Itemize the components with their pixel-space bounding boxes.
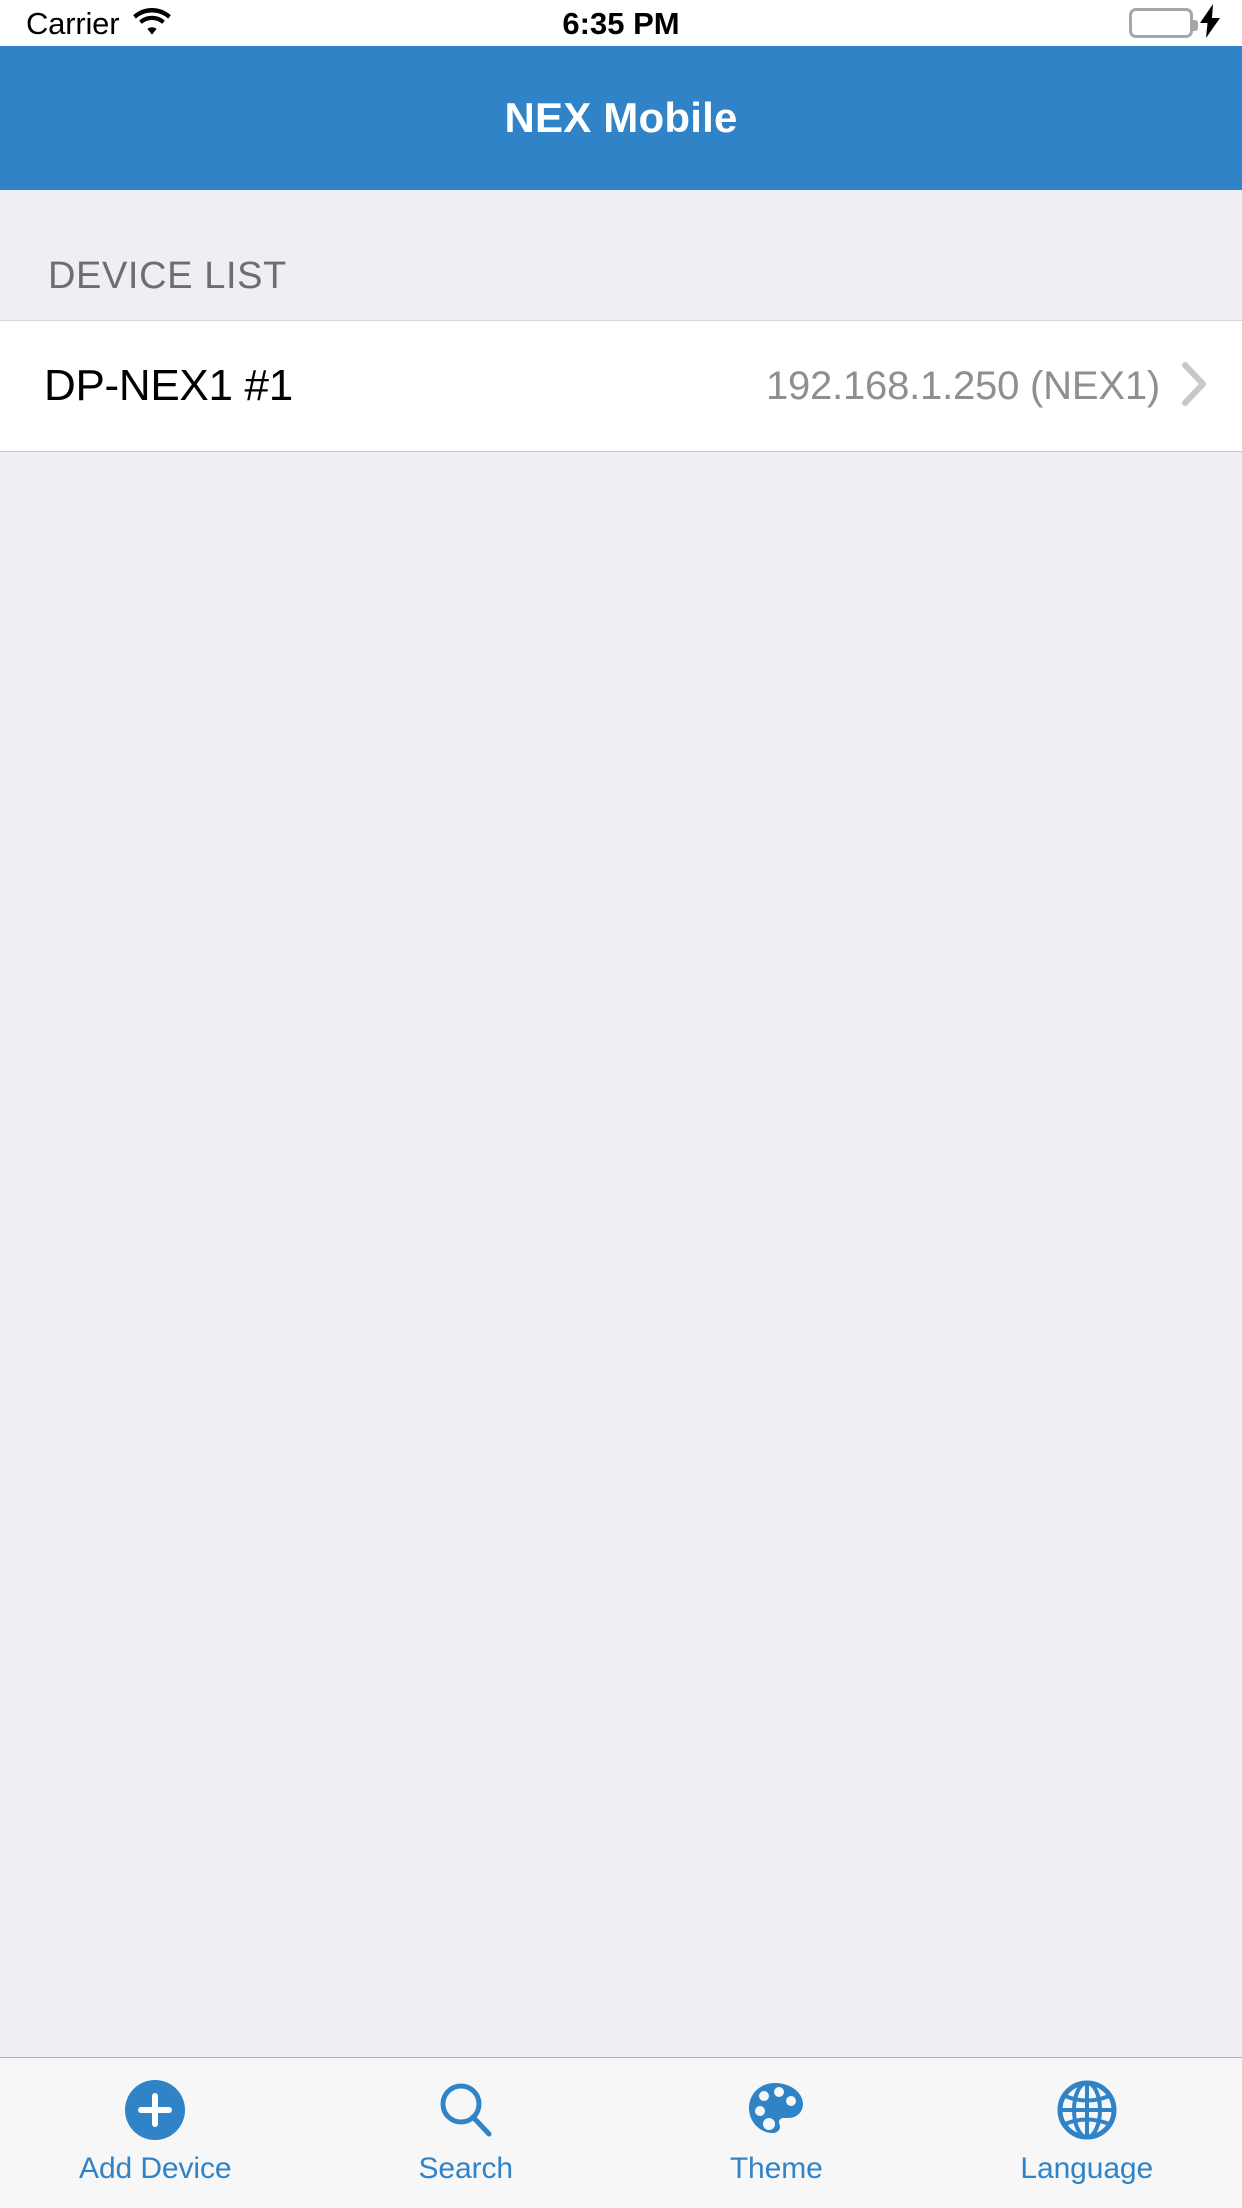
- globe-icon: [1056, 2076, 1118, 2144]
- app-screen: Carrier 6:35 PM NEX Mobile DEVICE LIST D…: [0, 0, 1242, 2208]
- tab-search[interactable]: Search: [311, 2058, 622, 2208]
- device-list-table: DP-NEX1 #1 192.168.1.250 (NEX1): [0, 320, 1242, 452]
- tab-label-search: Search: [418, 2152, 514, 2185]
- tab-label-theme: Theme: [729, 2152, 823, 2185]
- device-detail: 192.168.1.250 (NEX1): [765, 363, 1160, 408]
- tab-label-add-device: Add Device: [79, 2152, 232, 2185]
- tab-bar: Add Device Search Theme Language: [0, 2057, 1242, 2208]
- status-bar-right: [1129, 3, 1222, 43]
- tab-language[interactable]: Language: [932, 2058, 1242, 2208]
- device-name: DP-NEX1 #1: [44, 361, 293, 410]
- plus-circle-icon: [124, 2076, 186, 2144]
- empty-list-area: [0, 452, 1242, 2057]
- tab-theme[interactable]: Theme: [621, 2058, 932, 2208]
- status-bar: Carrier 6:35 PM: [0, 0, 1242, 46]
- battery-icon: [1129, 8, 1198, 38]
- chevron-right-icon: [1182, 361, 1208, 411]
- main-content: DEVICE LIST DP-NEX1 #1 192.168.1.250 (NE…: [0, 190, 1242, 2057]
- page-title: NEX Mobile: [504, 94, 738, 141]
- section-header-device-list: DEVICE LIST: [48, 255, 287, 297]
- tab-add-device[interactable]: Add Device: [0, 2058, 311, 2208]
- magnifier-icon: [435, 2076, 497, 2144]
- lightning-bolt-icon: [1200, 3, 1222, 43]
- status-bar-time: 6:35 PM: [562, 5, 680, 41]
- tab-label-language: Language: [1020, 2152, 1154, 2185]
- table-row[interactable]: DP-NEX1 #1 192.168.1.250 (NEX1): [0, 321, 1242, 451]
- navigation-bar: NEX Mobile: [0, 46, 1242, 190]
- palette-icon: [745, 2076, 807, 2144]
